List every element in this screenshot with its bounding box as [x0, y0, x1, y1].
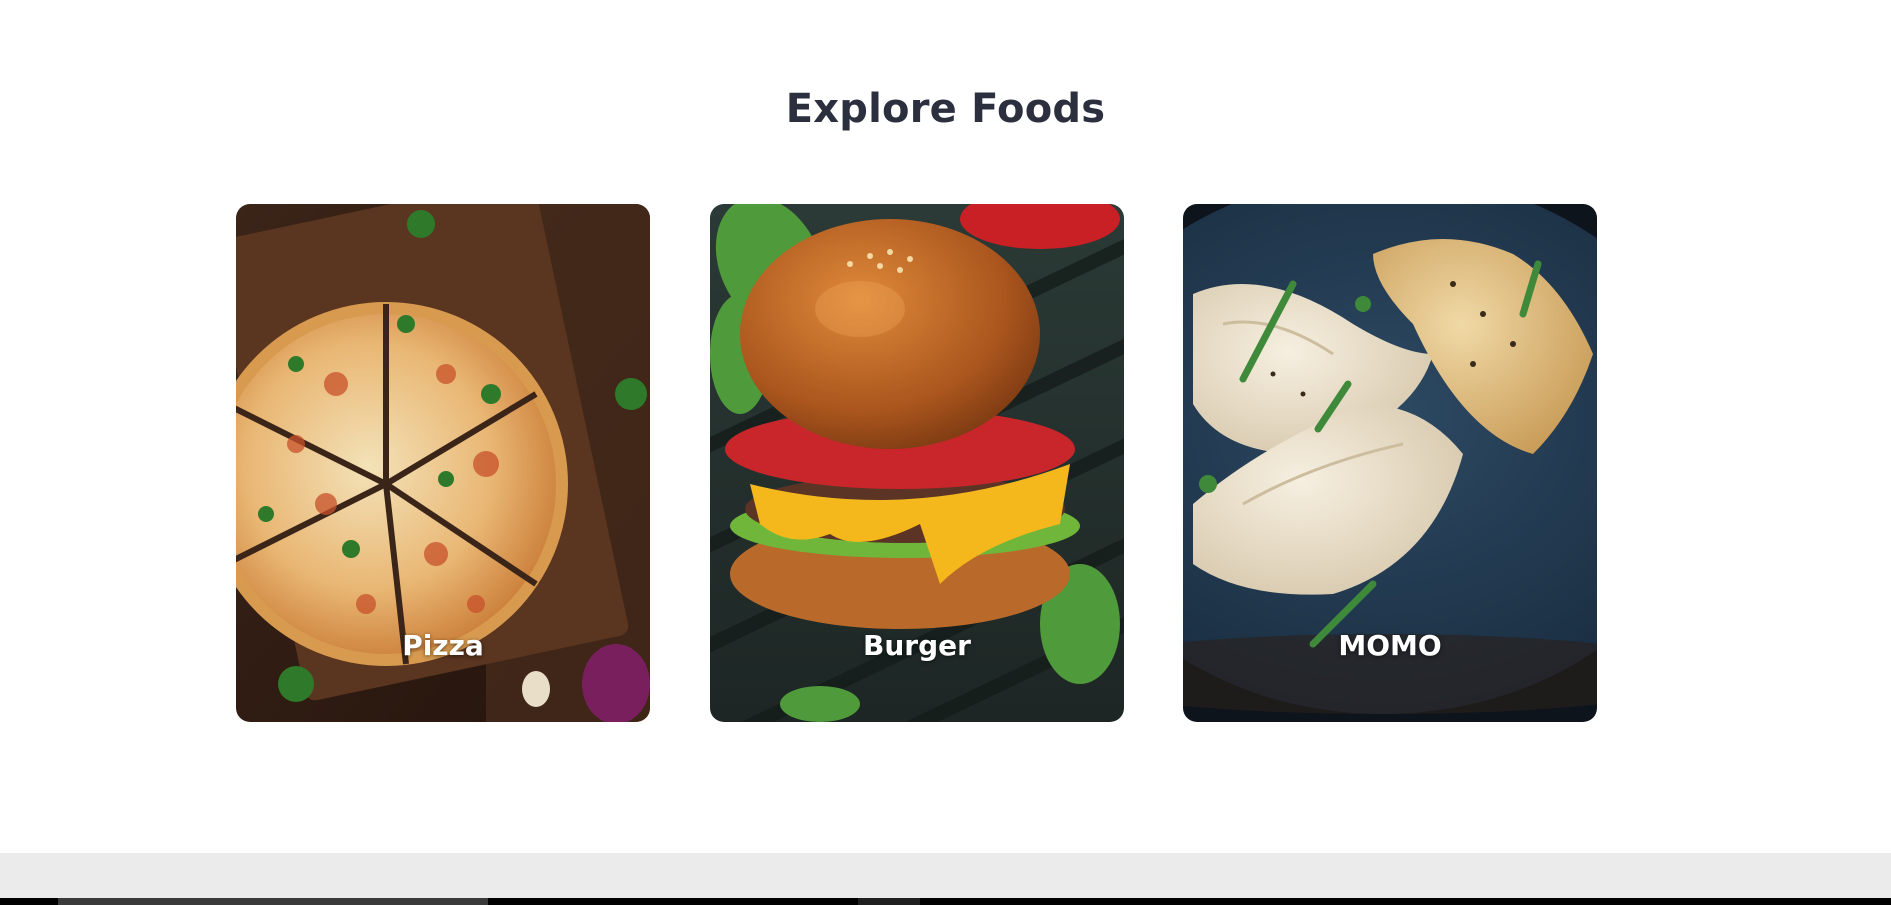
- food-card-pizza[interactable]: Pizza: [236, 204, 650, 722]
- bottom-strip: [0, 898, 1891, 905]
- food-card-momo[interactable]: MOMO: [1183, 204, 1597, 722]
- food-card-label: Burger: [863, 629, 971, 662]
- footer-band: [0, 853, 1891, 898]
- food-card-label: Pizza: [402, 629, 484, 662]
- food-card-label: MOMO: [1338, 629, 1442, 662]
- food-card-burger[interactable]: Burger: [710, 204, 1124, 722]
- section-title: Explore Foods: [785, 86, 1106, 132]
- bottom-strip-segment: [858, 898, 920, 905]
- page: Explore Foods Pizza Burger MOMO: [0, 0, 1891, 905]
- bottom-strip-segment: [58, 898, 488, 905]
